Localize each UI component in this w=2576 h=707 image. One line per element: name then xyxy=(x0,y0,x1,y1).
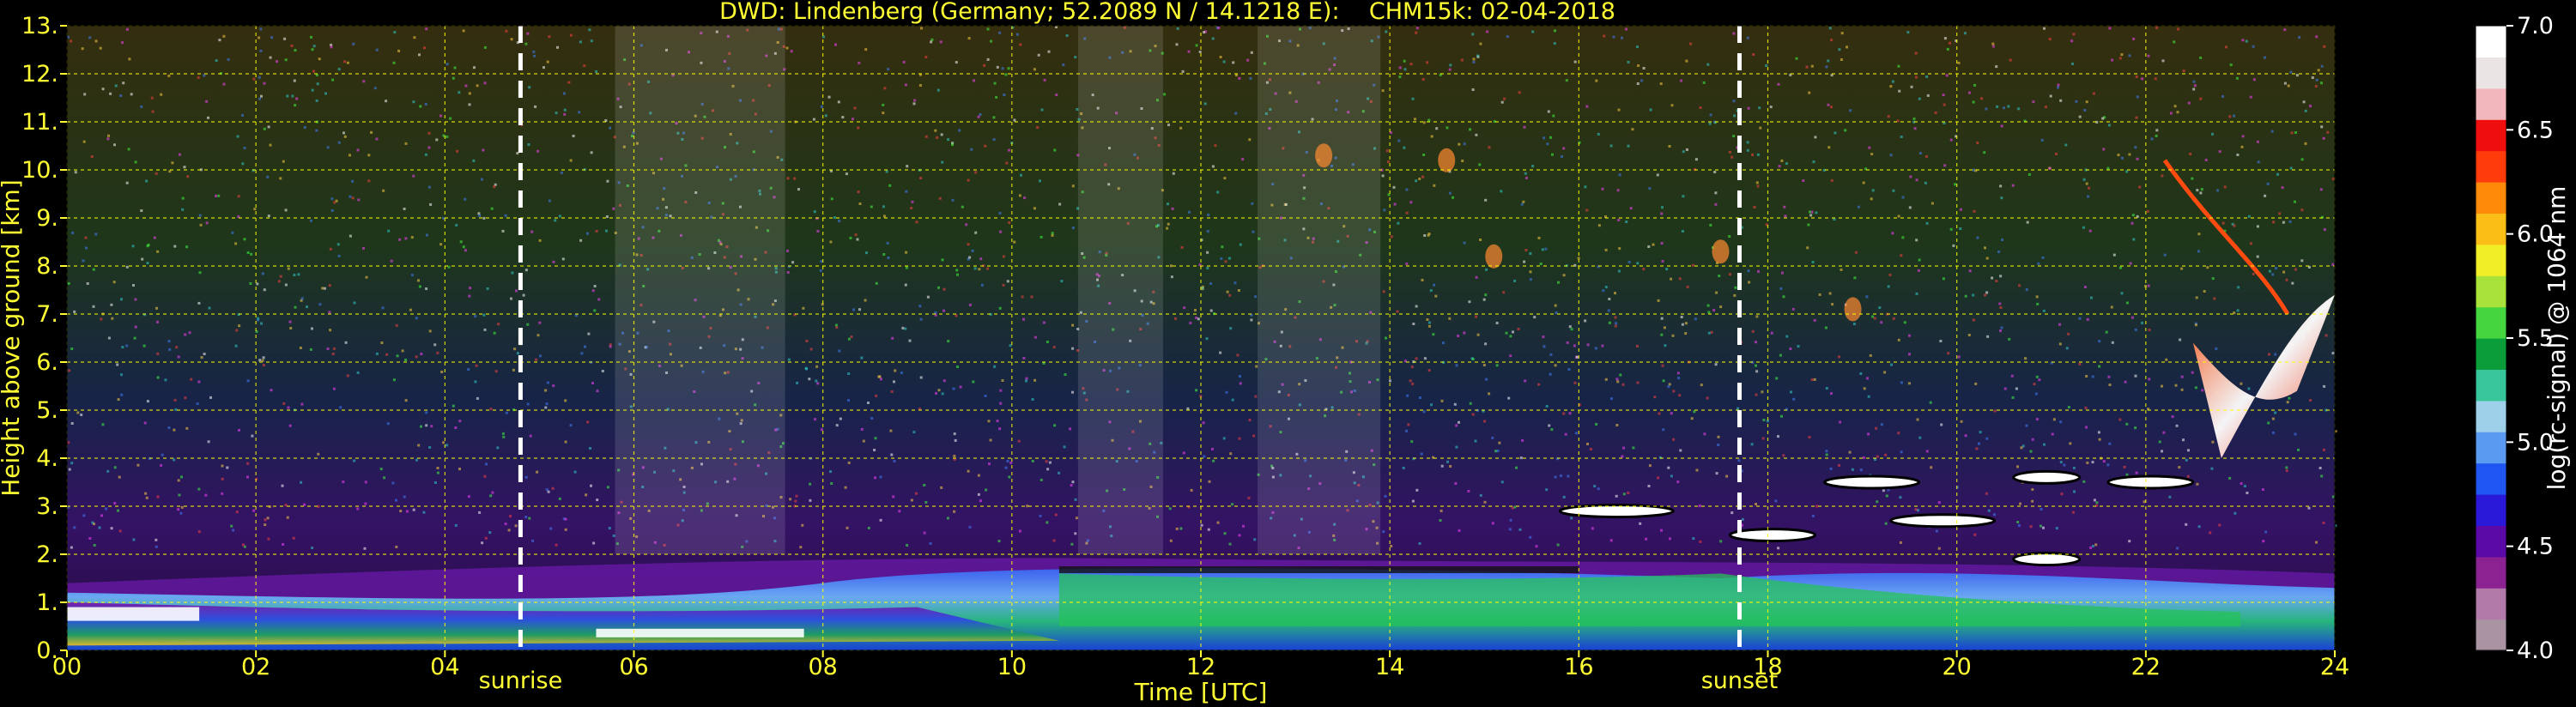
colorbar-segment xyxy=(2476,338,2506,370)
colorbar-tick-label: 6.5 xyxy=(2517,117,2554,143)
cloud-layer xyxy=(2012,469,2082,485)
y-tick-label: 12. xyxy=(21,61,58,88)
colorbar-segment xyxy=(2476,432,2506,464)
colorbar-tick-label: 4.0 xyxy=(2517,638,2554,664)
y-tick-label: 13. xyxy=(21,13,58,39)
y-tick-label: 3. xyxy=(36,493,58,520)
y-tick-label: 2. xyxy=(36,541,58,568)
cloud-layer xyxy=(1558,504,1675,519)
y-tick-label: 6. xyxy=(36,349,58,376)
mid-level-aerosol xyxy=(1485,244,1503,269)
x-tick-label: 22 xyxy=(2131,654,2161,680)
colorbar-segment xyxy=(2476,26,2506,57)
y-tick-label: 0. xyxy=(36,638,58,664)
cloud-layer xyxy=(2106,474,2195,490)
early-fog-layer xyxy=(67,607,200,621)
y-tick-label: 4. xyxy=(36,445,58,472)
y-tick-label: 11. xyxy=(21,109,58,136)
colorbar-segment xyxy=(2476,244,2506,276)
x-tick-label: 06 xyxy=(619,654,648,680)
boundary-top-fringe xyxy=(1058,566,1579,573)
colorbar-segment xyxy=(2476,369,2506,402)
colorbar-segment xyxy=(2476,150,2506,183)
x-tick-label: 16 xyxy=(1564,654,1593,680)
colorbar-segment xyxy=(2476,619,2506,651)
mid-level-aerosol xyxy=(1438,148,1456,172)
x-tick-label: 18 xyxy=(1753,654,1782,680)
x-tick-label: 20 xyxy=(1942,654,1971,680)
x-tick-label: 10 xyxy=(997,654,1027,680)
y-axis-label: Height above ground [km] xyxy=(0,179,25,497)
x-tick-label: 02 xyxy=(241,654,270,680)
colorbar-label: log(rc-signal) @ 1064 nm xyxy=(2543,186,2571,491)
colorbar-segment xyxy=(2476,306,2506,339)
colorbar-tick-label: 7.0 xyxy=(2517,13,2554,39)
colorbar-segment xyxy=(2476,525,2506,558)
cloud-layer xyxy=(1889,513,1997,529)
x-tick-label: 12 xyxy=(1186,654,1215,680)
y-tick-label: 7. xyxy=(36,301,58,328)
colorbar-segment xyxy=(2476,556,2506,589)
colorbar-tick-label: 4.5 xyxy=(2517,534,2554,560)
mid-level-aerosol xyxy=(1844,297,1862,322)
colorbar-segment xyxy=(2476,588,2506,620)
x-tick-label: 04 xyxy=(430,654,459,680)
colorbar-segment xyxy=(2476,275,2506,308)
mid-level-aerosol xyxy=(1712,239,1730,264)
y-tick-label: 10. xyxy=(21,157,58,184)
colorbar-segment xyxy=(2476,462,2506,495)
cloud-layer xyxy=(1823,474,1921,490)
colorbar-segment xyxy=(2476,494,2506,526)
x-tick-label: 08 xyxy=(808,654,837,680)
colorbar-segment xyxy=(2476,182,2506,214)
colorbar-segment xyxy=(2476,119,2506,152)
x-tick-label: 24 xyxy=(2320,654,2349,680)
morning-fog-layer xyxy=(596,628,804,638)
colorbar-segment xyxy=(2476,57,2506,89)
cloud-layer xyxy=(2012,552,2082,567)
colorbar-segment xyxy=(2476,213,2506,245)
mid-level-aerosol xyxy=(1315,143,1333,168)
y-tick-label: 8. xyxy=(36,253,58,280)
y-tick-label: 9. xyxy=(36,205,58,232)
colorbar-segment xyxy=(2476,88,2506,120)
x-axis-label: Time [UTC] xyxy=(1134,678,1268,706)
cloud-layer xyxy=(1728,528,1817,543)
sunrise-label: sunrise xyxy=(479,668,563,694)
colorbar-segment xyxy=(2476,400,2506,432)
lidar-ceilometer-chart: sunrise sunset00 02 04 06 08 10 12 14 16 18 20 22 240… xyxy=(0,13,2571,706)
x-tick-label: 14 xyxy=(1375,654,1404,680)
y-tick-label: 5. xyxy=(36,397,58,424)
y-tick-label: 1. xyxy=(36,589,58,616)
